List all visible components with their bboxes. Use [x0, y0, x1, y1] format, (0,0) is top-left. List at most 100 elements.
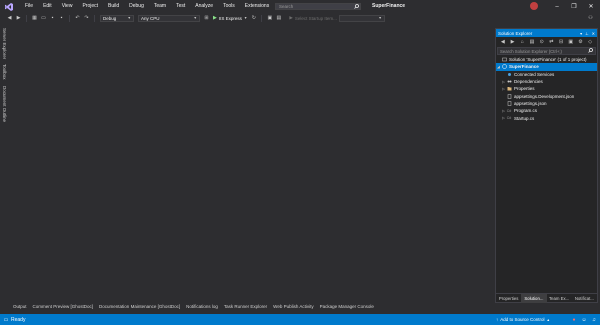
window-title: SuperFinance — [372, 3, 406, 9]
switch-views-icon[interactable]: ▤ — [529, 39, 535, 45]
show-all-files-icon[interactable]: ▣ — [568, 39, 574, 45]
solution-search-box[interactable]: Search Solution Explorer (Ctrl+;) — [497, 47, 596, 55]
maximize-button[interactable]: ❐ — [566, 0, 582, 13]
sync-icon[interactable]: ⇄ — [549, 39, 555, 45]
tree-item-appsettings[interactable]: appsettings.json — [496, 100, 597, 107]
refresh-icon[interactable]: ↻ — [250, 15, 257, 22]
search-icon[interactable] — [352, 3, 360, 10]
source-control-label: Add to Source Control — [500, 317, 545, 322]
tab-web-publish-activity[interactable]: Web Publish Activity — [270, 304, 316, 309]
forward-icon[interactable]: ▶ — [510, 39, 516, 45]
tree-item-startup[interactable]: ▷ C# Startup.cs — [496, 114, 597, 121]
platform-dropdown[interactable]: Any CPU ▼ — [138, 14, 200, 22]
close-window-button[interactable]: ✕ — [583, 0, 599, 13]
pending-changes-icon[interactable]: ⊙ — [539, 39, 545, 45]
menu-view[interactable]: View — [57, 0, 78, 13]
play-icon: ▶ — [289, 15, 293, 20]
menu-edit[interactable]: Edit — [38, 0, 57, 13]
menu-project[interactable]: Project — [77, 0, 103, 13]
notification-badge-icon[interactable]: ● — [571, 317, 577, 323]
csharp-file-icon: C# — [506, 108, 512, 113]
open-file-icon[interactable]: ▭ — [40, 15, 47, 22]
tab-team-explorer[interactable]: Team Ex... — [547, 294, 572, 303]
search-input[interactable]: Search — [276, 4, 352, 9]
back-icon[interactable]: ◀ — [500, 39, 506, 45]
tree-item-label: Program.cs — [514, 108, 538, 114]
menu-analyze[interactable]: Analyze — [190, 0, 218, 13]
dropdown-icon[interactable]: ▾ — [580, 31, 582, 36]
status-text: Ready — [11, 316, 26, 323]
close-icon[interactable]: ✕ — [592, 31, 595, 36]
tab-output[interactable]: Output — [10, 304, 30, 309]
undo-icon[interactable]: ↶ — [74, 15, 81, 22]
pin-icon[interactable]: ⊥ — [585, 31, 588, 36]
forward-icon[interactable]: ▶ — [15, 15, 22, 22]
tree-item-label: Solution 'SuperFinance' (1 of 1 project) — [509, 57, 587, 63]
feedback-icon[interactable]: ☺ — [581, 317, 587, 323]
tree-item-connected-services[interactable]: Connected Services — [496, 71, 597, 78]
redo-icon[interactable]: ↷ — [83, 15, 90, 22]
menu-test[interactable]: Test — [171, 0, 190, 13]
search-box[interactable]: Search — [275, 3, 361, 10]
account-avatar[interactable] — [530, 2, 538, 10]
save-icon[interactable]: ▪ — [49, 15, 56, 22]
tab-solution-explorer[interactable]: Solution... — [521, 293, 547, 303]
preview-icon[interactable]: ◇ — [587, 39, 593, 45]
tree-item-program[interactable]: ▷ C# Program.cs — [496, 107, 597, 114]
solution-tree: Solution 'SuperFinance' (1 of 1 project)… — [496, 56, 597, 122]
browser-link-icon[interactable]: ▣ — [266, 15, 273, 22]
tree-item-label: Startup.cs — [514, 115, 535, 121]
new-project-icon[interactable]: ▦ — [31, 15, 38, 22]
toolbar-separator — [94, 14, 95, 22]
tab-properties[interactable]: Properties — [496, 294, 521, 303]
tab-documentation-maintenance[interactable]: Documentation Maintenance [GhostDoc] — [96, 304, 183, 309]
visual-studio-logo-icon[interactable] — [3, 1, 15, 13]
menu-extensions[interactable]: Extensions — [240, 0, 274, 13]
menu-debug[interactable]: Debug — [124, 0, 149, 13]
arrow-up-icon: ↑ — [496, 317, 499, 322]
status-icons: ● ☺ ♫ — [571, 314, 597, 325]
configuration-value: Debug — [103, 15, 117, 21]
live-share-icon[interactable]: ⚇ — [587, 15, 594, 22]
csharp-file-icon: C# — [506, 116, 512, 121]
play-icon: ▶ — [213, 15, 217, 21]
startup-item-dropdown[interactable]: ▼ — [338, 14, 385, 22]
menu-team[interactable]: Team — [149, 0, 171, 13]
tree-item-appsettings-development[interactable]: appsettings.Development.json — [496, 92, 597, 99]
tree-item-solution[interactable]: Solution 'SuperFinance' (1 of 1 project) — [496, 56, 597, 63]
menu-file[interactable]: File — [20, 0, 38, 13]
tree-item-project[interactable]: ◢ SuperFinance — [496, 63, 597, 71]
minimize-button[interactable]: – — [549, 0, 565, 13]
properties-icon[interactable]: ⚙ — [578, 39, 584, 45]
configuration-dropdown[interactable]: Debug ▼ — [100, 14, 134, 22]
find-in-files-icon[interactable]: ▤ — [275, 15, 282, 22]
tab-task-runner-explorer[interactable]: Task Runner Explorer — [221, 304, 270, 309]
tab-server-explorer[interactable]: Server Explorer — [2, 28, 7, 59]
menu-tools[interactable]: Tools — [218, 0, 240, 13]
tab-package-manager-console[interactable]: Package Manager Console — [317, 304, 377, 309]
notifications-bell-icon[interactable]: ♫ — [591, 317, 597, 323]
tree-item-dependencies[interactable]: ▷ Dependencies — [496, 78, 597, 85]
tree-item-label: SuperFinance — [509, 64, 539, 70]
save-all-icon[interactable]: ▪ — [58, 15, 65, 22]
tab-comment-preview[interactable]: Comment Preview [GhostDoc] — [30, 304, 97, 309]
home-icon[interactable]: ⌂ — [519, 39, 525, 45]
chevron-down-icon: ▼ — [193, 16, 197, 20]
run-button[interactable]: ▶ IIS Express ▼ — [213, 15, 247, 21]
chevron-down-icon[interactable]: ▼ — [244, 16, 247, 20]
add-to-source-control-button[interactable]: ↑ Add to Source Control ▲ — [496, 314, 550, 325]
back-icon[interactable]: ◀ — [6, 15, 13, 22]
menu-build[interactable]: Build — [103, 0, 124, 13]
tree-item-properties[interactable]: ▷ Properties — [496, 85, 597, 92]
tab-document-outline[interactable]: Document Outline — [2, 86, 7, 122]
tab-toolbox[interactable]: Toolbox — [2, 64, 7, 80]
search-icon[interactable] — [588, 47, 593, 55]
tab-notifications-log[interactable]: Notifications log — [183, 304, 221, 309]
debug-target-icon[interactable]: ⊞ — [203, 15, 210, 22]
startup-item-selector[interactable]: ▶ Select Startup Item... — [289, 15, 337, 21]
editor-area[interactable] — [10, 24, 494, 302]
solution-search-input[interactable]: Search Solution Explorer (Ctrl+;) — [500, 49, 562, 54]
platform-value: Any CPU — [141, 15, 160, 21]
collapse-all-icon[interactable]: ⊟ — [558, 39, 564, 45]
tab-notifications[interactable]: Notificat... — [572, 294, 597, 303]
